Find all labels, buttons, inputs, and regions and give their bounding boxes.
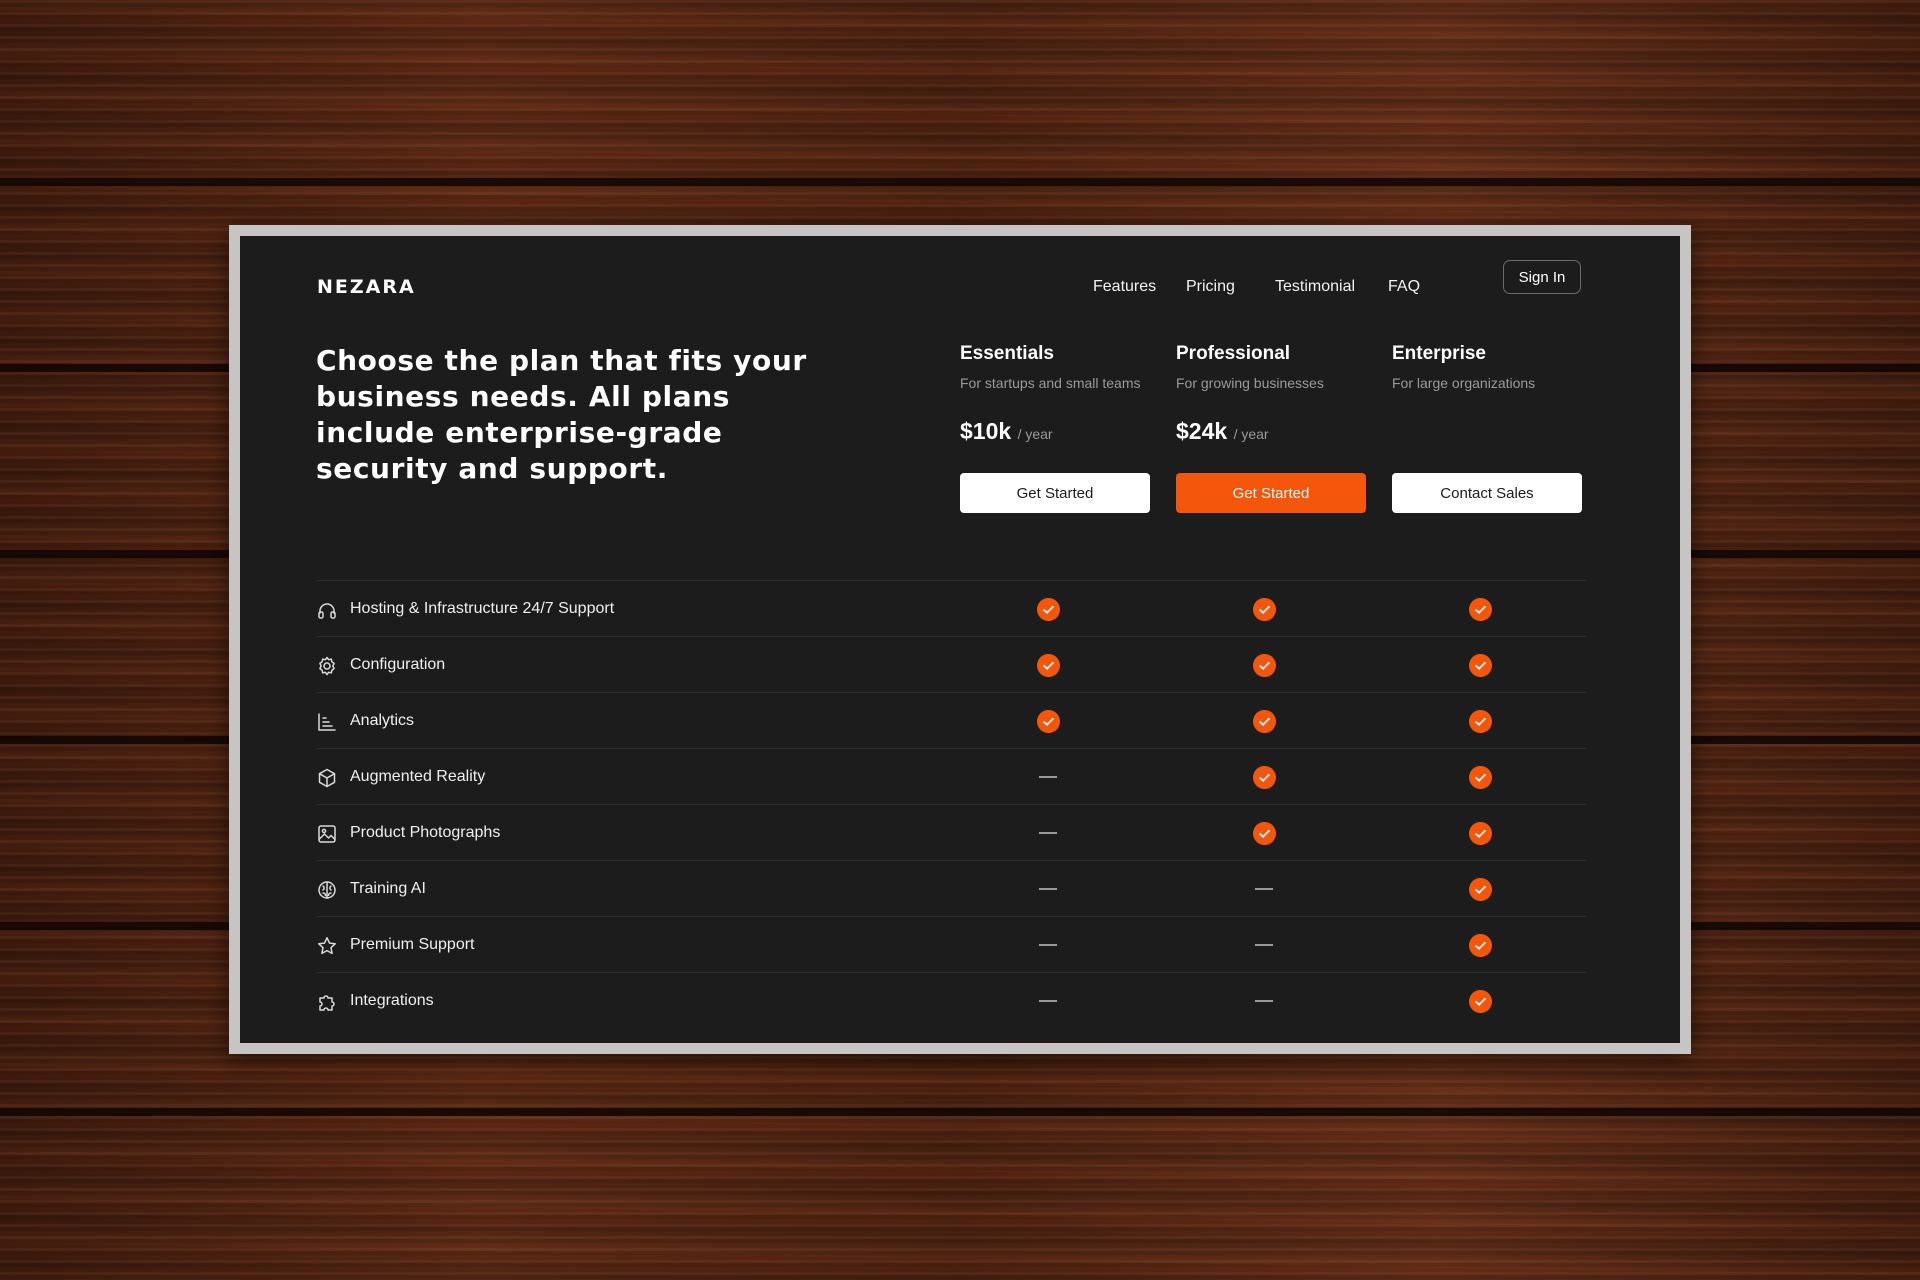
nav-testimonial[interactable]: Testimonial	[1275, 278, 1355, 296]
feature-cell	[1036, 989, 1060, 1013]
table-row: Hosting & Infrastructure 24/7 Support	[316, 580, 1586, 636]
feature-label: Integrations	[350, 992, 434, 1009]
plan-essentials-name: Essentials	[960, 343, 1054, 364]
plan-professional-period: / year	[1233, 426, 1269, 442]
feature-cell	[1468, 821, 1492, 845]
plan-essentials-price-block: $10k / year	[960, 418, 1053, 445]
plan-professional-description: For growing businesses	[1176, 375, 1324, 391]
nav-faq[interactable]: FAQ	[1388, 278, 1420, 296]
feature-label: Premium Support	[350, 936, 475, 953]
table-row: Augmented Reality	[316, 748, 1586, 804]
feature-cell	[1252, 709, 1276, 733]
check-icon	[1468, 597, 1492, 621]
nav-features[interactable]: Features	[1093, 278, 1156, 296]
feature-cell	[1252, 821, 1276, 845]
plan-professional-price-block: $24k / year	[1176, 418, 1269, 445]
plan-professional-price: $24k	[1176, 418, 1228, 444]
check-icon	[1468, 765, 1492, 789]
check-icon	[1252, 765, 1276, 789]
table-row: Configuration	[316, 636, 1586, 692]
puzzle-icon	[316, 991, 338, 1013]
dash-icon	[1039, 944, 1057, 946]
feature-cell	[1468, 709, 1492, 733]
table-row: Training AI	[316, 860, 1586, 916]
pricing-screen: NEZARA Features Pricing Testimonial FAQ …	[240, 236, 1680, 1043]
essentials-get-started-button[interactable]: Get Started	[960, 473, 1150, 513]
sign-in-button[interactable]: Sign In	[1503, 260, 1581, 294]
check-icon	[1468, 877, 1492, 901]
feature-cell	[1036, 709, 1060, 733]
feature-cell	[1468, 597, 1492, 621]
feature-cell	[1252, 765, 1276, 789]
feature-cell	[1252, 653, 1276, 677]
check-icon	[1252, 597, 1276, 621]
feature-cell	[1468, 877, 1492, 901]
plan-essentials-description: For startups and small teams	[960, 375, 1141, 391]
check-icon	[1468, 653, 1492, 677]
dash-icon	[1039, 1000, 1057, 1002]
table-row: Premium Support	[316, 916, 1586, 972]
feature-label: Augmented Reality	[350, 768, 486, 785]
headphones-icon	[316, 599, 338, 621]
check-icon	[1468, 989, 1492, 1013]
dash-icon	[1255, 1000, 1273, 1002]
brain-icon	[316, 879, 338, 901]
dash-icon	[1255, 888, 1273, 890]
feature-cell	[1036, 821, 1060, 845]
feature-label: Configuration	[350, 656, 446, 673]
plan-professional-name: Professional	[1176, 343, 1291, 364]
monitor-frame: NEZARA Features Pricing Testimonial FAQ …	[229, 225, 1691, 1054]
check-icon	[1036, 653, 1060, 677]
feature-cell	[1036, 653, 1060, 677]
feature-cell	[1252, 989, 1276, 1013]
brand-logo[interactable]: NEZARA	[317, 276, 416, 298]
feature-cell	[1468, 933, 1492, 957]
check-icon	[1252, 821, 1276, 845]
feature-cell	[1468, 653, 1492, 677]
contact-sales-button[interactable]: Contact Sales	[1392, 473, 1582, 513]
plan-essentials-price: $10k	[960, 418, 1012, 444]
feature-cell	[1036, 933, 1060, 957]
feature-cell	[1468, 765, 1492, 789]
dash-icon	[1039, 888, 1057, 890]
check-icon	[1252, 709, 1276, 733]
feature-label: Training AI	[350, 880, 426, 897]
table-row: Analytics	[316, 692, 1586, 748]
feature-cell	[1036, 597, 1060, 621]
check-icon	[1468, 933, 1492, 957]
dash-icon	[1255, 944, 1273, 946]
cube-icon	[316, 767, 338, 789]
check-icon	[1252, 653, 1276, 677]
dash-icon	[1039, 776, 1057, 778]
page-headline: Choose the plan that fits your business …	[316, 344, 807, 485]
check-icon	[1468, 821, 1492, 845]
plan-enterprise-name: Enterprise	[1392, 343, 1486, 364]
gear-icon	[316, 655, 338, 677]
feature-cell	[1252, 597, 1276, 621]
feature-label: Analytics	[350, 712, 415, 729]
feature-cell	[1468, 989, 1492, 1013]
star-icon	[316, 935, 338, 957]
dash-icon	[1039, 832, 1057, 834]
feature-label: Product Photographs	[350, 824, 501, 841]
feature-label: Hosting & Infrastructure 24/7 Support	[350, 600, 615, 617]
check-icon	[1036, 597, 1060, 621]
image-icon	[316, 823, 338, 845]
feature-cell	[1252, 877, 1276, 901]
nav-pricing[interactable]: Pricing	[1186, 278, 1235, 296]
table-row: Product Photographs	[316, 804, 1586, 860]
feature-comparison-table: Hosting & Infrastructure 24/7 Support Con…	[316, 580, 1586, 1028]
chart-icon	[316, 711, 338, 733]
plan-essentials-period: / year	[1017, 426, 1053, 442]
check-icon	[1468, 709, 1492, 733]
feature-cell	[1252, 933, 1276, 957]
feature-cell	[1036, 877, 1060, 901]
plan-enterprise-description: For large organizations	[1392, 375, 1536, 391]
table-row: Integrations	[316, 972, 1586, 1028]
check-icon	[1036, 709, 1060, 733]
professional-get-started-button[interactable]: Get Started	[1176, 473, 1366, 513]
feature-cell	[1036, 765, 1060, 789]
